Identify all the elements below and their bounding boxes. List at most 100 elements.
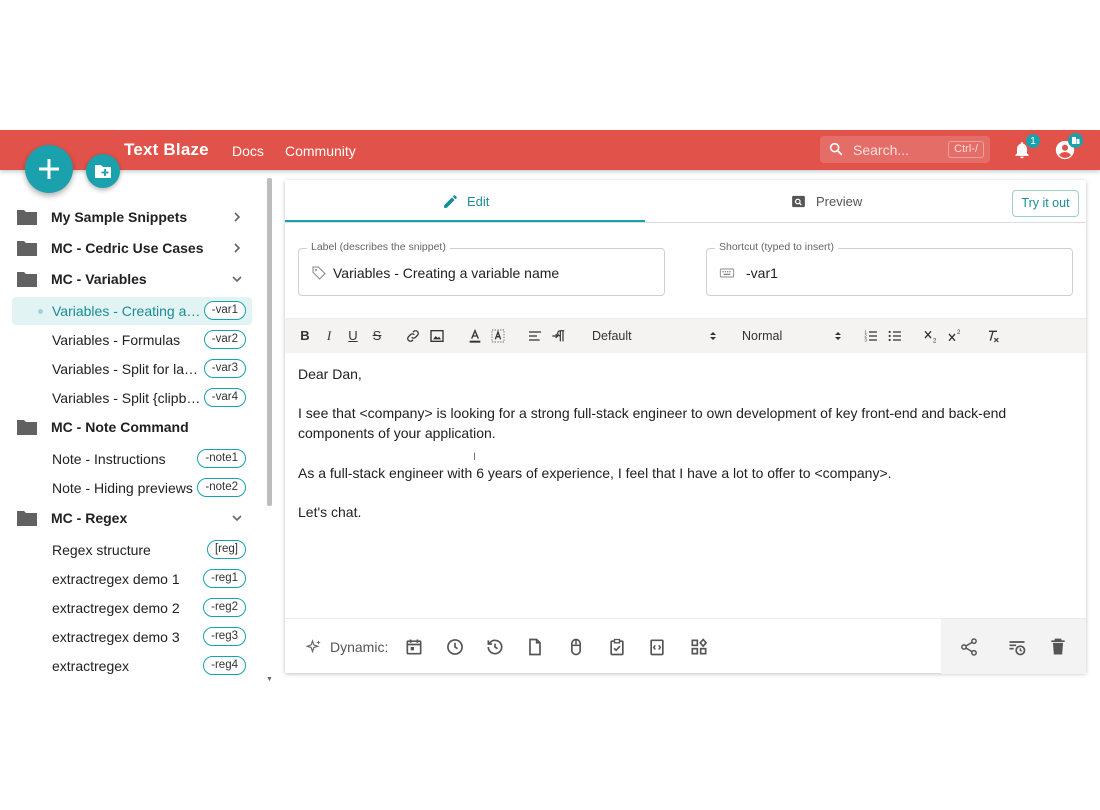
share-icon[interactable] xyxy=(959,637,979,657)
snippet-item-reg1[interactable]: extractregex demo 1 -reg1 xyxy=(12,565,252,593)
folder-mc-note-command[interactable]: MC - Note Command xyxy=(16,414,256,442)
bullet-list-icon[interactable] xyxy=(887,328,903,344)
snippet-actions xyxy=(941,619,1086,674)
mouse-icon[interactable] xyxy=(566,637,586,657)
select-arrows-icon xyxy=(710,332,716,340)
link-icon[interactable] xyxy=(405,328,421,344)
folder-icon xyxy=(17,210,37,225)
align-icon[interactable] xyxy=(527,328,543,344)
underline-button[interactable]: U xyxy=(345,328,361,344)
code-block-icon[interactable] xyxy=(647,637,667,657)
label-field[interactable]: Label (describes the snippet) Variables … xyxy=(298,241,665,296)
text-direction-icon[interactable] xyxy=(551,328,567,344)
folder-mc-cedric-use-cases[interactable]: MC - Cedric Use Cases xyxy=(16,235,256,263)
snippet-item-note1[interactable]: Note - Instructions -note1 xyxy=(12,445,252,473)
folder-add-icon xyxy=(95,165,111,178)
snippet-item-var3[interactable]: Variables - Split for last name -var3 xyxy=(12,355,252,383)
shortcut-field-value: -var1 xyxy=(746,265,778,281)
folder-icon xyxy=(17,272,37,287)
chevron-down-icon[interactable] xyxy=(230,511,244,525)
italic-button[interactable]: I xyxy=(321,328,337,344)
tab-preview[interactable]: Preview xyxy=(645,180,1005,222)
apps-widgets-icon[interactable] xyxy=(689,637,709,657)
editor-paragraph-2[interactable]: As a full-stack engineer with 6 years of… xyxy=(298,463,1058,483)
strikethrough-button[interactable]: S xyxy=(369,328,385,344)
tab-edit[interactable]: Edit xyxy=(285,180,645,222)
image-icon[interactable] xyxy=(429,328,445,344)
label-field-value: Variables - Creating a variable name xyxy=(333,265,560,281)
superscript-icon[interactable]: 2 xyxy=(947,328,963,344)
subscript-icon[interactable]: 2 xyxy=(923,328,939,344)
svg-text:3: 3 xyxy=(864,337,867,342)
folder-label: My Sample Snippets xyxy=(51,209,188,225)
snippet-label: extractregex xyxy=(52,658,130,674)
highlight-color-icon[interactable] xyxy=(490,328,506,344)
snippet-label: Variables - Split for last name xyxy=(52,361,202,377)
folder-icon xyxy=(17,420,37,435)
chevron-down-icon[interactable] xyxy=(230,272,244,286)
folder-label: MC - Cedric Use Cases xyxy=(51,240,204,256)
snippet-label: Variables - Split {clipboard} xyxy=(52,390,202,406)
nav-community-link[interactable]: Community xyxy=(285,143,356,159)
text-color-icon[interactable] xyxy=(467,328,483,344)
search-input[interactable]: Search... Ctrl-/ xyxy=(820,136,990,163)
trash-icon[interactable] xyxy=(1048,637,1068,657)
shortcut-chip: -note1 xyxy=(197,449,246,468)
folder-label: MC - Variables xyxy=(51,271,147,287)
history-icon[interactable] xyxy=(485,637,505,657)
snippet-timer-icon[interactable] xyxy=(1007,637,1027,657)
editor-paragraph-1[interactable]: I see that <company> is looking for a st… xyxy=(298,403,1058,443)
new-snippet-button[interactable] xyxy=(25,145,73,193)
snippet-item-reg3[interactable]: extractregex demo 3 -reg3 xyxy=(12,623,252,651)
shortcut-chip: -reg4 xyxy=(203,656,246,675)
clear-formatting-icon[interactable] xyxy=(985,328,1001,344)
sparkle-icon xyxy=(305,639,321,654)
calendar-icon[interactable] xyxy=(404,637,424,657)
shortcut-chip: -note2 xyxy=(197,478,246,497)
tab-preview-label: Preview xyxy=(816,194,863,209)
shortcut-chip: -var4 xyxy=(203,388,246,407)
bold-button[interactable]: B xyxy=(297,328,313,344)
document-icon[interactable] xyxy=(525,637,545,657)
snippet-item-reg2[interactable]: extractregex demo 2 -reg2 xyxy=(12,594,252,622)
text-cursor-icon: I xyxy=(473,451,477,463)
snippet-label: Variables - Formulas xyxy=(52,332,181,348)
snippet-item-note2[interactable]: Note - Hiding previews -note2 xyxy=(12,474,252,502)
editor-paragraph-3[interactable]: Let's chat. xyxy=(298,502,1058,522)
snippet-item-var2[interactable]: Variables - Formulas -var2 xyxy=(12,326,252,354)
search-icon xyxy=(829,142,843,156)
shortcut-chip: -reg1 xyxy=(203,569,246,588)
brand-logo-text[interactable]: Text Blaze xyxy=(124,140,209,160)
nav-docs-link[interactable]: Docs xyxy=(232,143,264,159)
formatting-toolbar: B I U S Default Normal 123 2 2 xyxy=(285,318,1086,353)
numbered-list-icon[interactable]: 123 xyxy=(863,328,879,344)
folder-mc-variables[interactable]: MC - Variables xyxy=(16,266,256,294)
account-org-badge xyxy=(1068,133,1083,148)
snippet-item-var1[interactable]: Variables - Creating a variable name -va… xyxy=(12,297,252,325)
dynamic-label: Dynamic: xyxy=(330,639,389,655)
folder-my-sample-snippets[interactable]: My Sample Snippets xyxy=(16,204,256,232)
try-it-out-button[interactable]: Try it out xyxy=(1012,190,1079,217)
shortcut-field[interactable]: Shortcut (typed to insert) -var1 xyxy=(706,241,1073,296)
editor-greeting[interactable]: Dear Dan, xyxy=(298,364,1058,384)
font-size-select[interactable]: Normal xyxy=(742,329,782,343)
keyboard-icon xyxy=(719,268,735,278)
clock-icon[interactable] xyxy=(445,637,465,657)
snippet-item-reg4[interactable]: extractregex -reg4 xyxy=(12,652,252,680)
new-folder-button[interactable] xyxy=(86,154,120,188)
chevron-right-icon[interactable] xyxy=(230,210,244,224)
font-family-select[interactable]: Default xyxy=(592,329,632,343)
scroll-down-arrow-icon[interactable]: ▼ xyxy=(266,676,273,683)
snippet-label: Note - Instructions xyxy=(52,451,166,467)
snippet-item-var4[interactable]: Variables - Split {clipboard} -var4 xyxy=(12,384,252,412)
form-checkbox-icon[interactable] xyxy=(607,637,627,657)
snippet-label: Note - Hiding previews xyxy=(52,480,193,496)
folder-mc-regex[interactable]: MC - Regex xyxy=(16,505,256,533)
shortcut-chip: -var3 xyxy=(203,359,246,378)
select-arrows-icon xyxy=(835,332,841,340)
svg-text:2: 2 xyxy=(957,330,961,336)
snippet-item-regex-structure[interactable]: Regex structure [reg] xyxy=(12,536,252,564)
chevron-right-icon[interactable] xyxy=(230,241,244,255)
sidebar-scrollbar-thumb[interactable] xyxy=(267,178,272,506)
snippet-editor-card: Edit Preview Try it out Label (describes… xyxy=(285,180,1086,674)
